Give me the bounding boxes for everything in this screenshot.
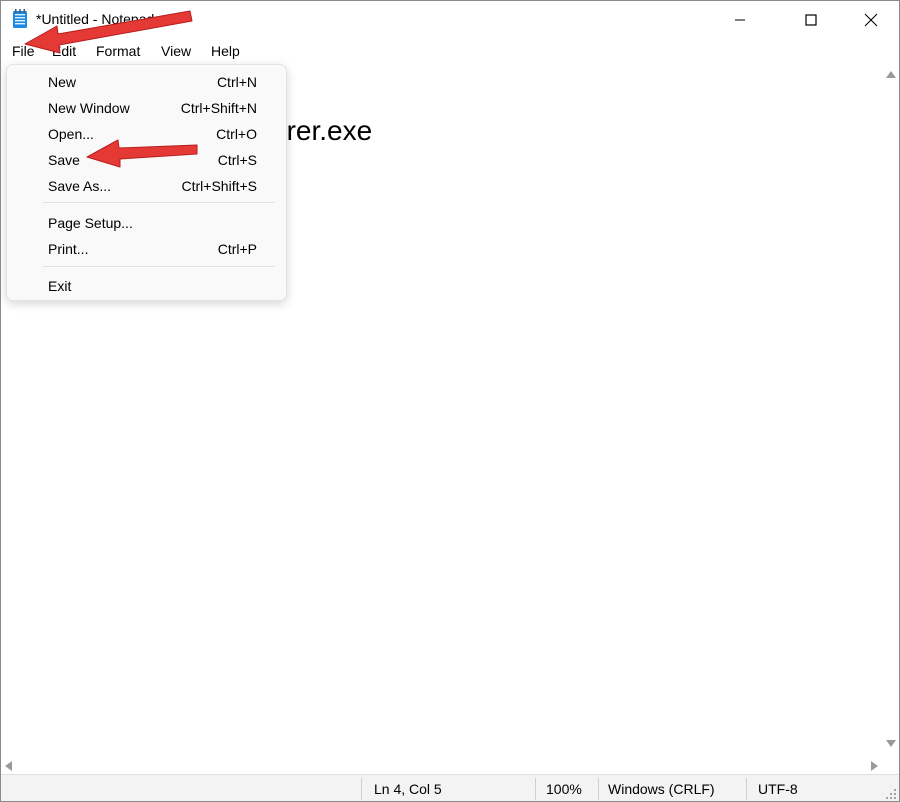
menu-item-label: Open... [48,126,94,142]
status-zoom: 100% [546,781,582,797]
close-icon [864,13,878,27]
menu-separator [43,202,275,203]
menu-item-label: Print... [48,241,89,257]
notepad-icon [13,9,27,28]
minimize-button[interactable] [717,1,763,39]
horizontal-scrollbar[interactable] [1,757,882,774]
menu-file[interactable]: File [12,43,35,59]
menu-item-shortcut: Ctrl+S [217,152,257,168]
status-divider [361,778,362,800]
status-bar: Ln 4, Col 5 100% Windows (CRLF) UTF-8 [1,774,899,801]
scroll-left-icon[interactable] [5,761,12,771]
menu-item-save-as[interactable]: Save As... Ctrl+Shift+S [7,172,286,198]
menu-item-shortcut: Ctrl+O [216,126,257,142]
menu-item-label: Save As... [48,178,112,194]
menu-item-exit[interactable]: Exit [7,272,286,298]
maximize-icon [805,14,817,26]
notepad-window: *Untitled - Notepad File Edit Format Vie… [0,0,900,802]
menu-item-new-window[interactable]: New Window Ctrl+Shift+N [7,94,286,120]
maximize-button[interactable] [788,1,834,39]
status-divider [598,778,599,800]
status-line-ending: Windows (CRLF) [608,781,715,797]
menu-item-label: Save [48,152,80,168]
menu-item-label: Page Setup... [48,215,133,231]
window-title: *Untitled - Notepad [36,11,155,27]
menu-view[interactable]: View [161,43,191,59]
title-bar[interactable]: *Untitled - Notepad [1,1,899,39]
vertical-scrollbar[interactable] [882,63,899,757]
status-divider [535,778,536,800]
scroll-up-icon[interactable] [886,71,896,78]
menu-separator [43,266,275,267]
menu-item-label: Exit [48,278,72,294]
status-divider [746,778,747,800]
scroll-down-icon[interactable] [886,740,896,747]
resize-grip-icon[interactable] [885,788,897,800]
menu-help[interactable]: Help [211,43,240,59]
menu-item-label: New Window [48,100,130,116]
menu-item-save[interactable]: Save Ctrl+S [7,146,286,172]
menu-item-open[interactable]: Open... Ctrl+O [7,120,286,146]
menu-item-page-setup[interactable]: Page Setup... [7,209,286,235]
menu-item-shortcut: Ctrl+Shift+S [181,178,257,194]
menu-edit[interactable]: Edit [52,43,76,59]
menu-format[interactable]: Format [96,43,140,59]
menu-item-shortcut: Ctrl+P [217,241,257,257]
menu-item-label: New [48,74,77,90]
menu-item-shortcut: Ctrl+Shift+N [180,100,257,116]
status-encoding: UTF-8 [758,781,798,797]
menu-item-new[interactable]: New Ctrl+N [7,68,286,94]
scroll-right-icon[interactable] [871,761,878,771]
minimize-icon [735,19,745,21]
menu-item-print[interactable]: Print... Ctrl+P [7,235,286,261]
file-menu-dropdown: New Ctrl+N New Window Ctrl+Shift+N Open.… [6,64,287,301]
close-button[interactable] [848,1,894,39]
menu-bar: File Edit Format View Help [1,39,899,63]
menu-item-shortcut: Ctrl+N [216,74,257,90]
status-cursor-position: Ln 4, Col 5 [374,781,442,797]
